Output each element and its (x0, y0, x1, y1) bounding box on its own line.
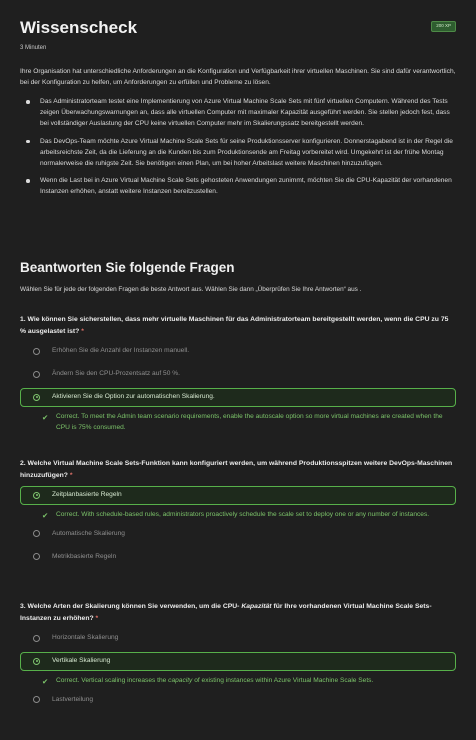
feedback-text: Correct. With schedule-based rules, admi… (56, 510, 430, 518)
answer-feedback: ✔ Correct. With schedule-based rules, ad… (20, 509, 456, 521)
radio-icon[interactable] (33, 393, 40, 401)
scenario-list: Das Administratorteam testet eine Implem… (20, 96, 456, 204)
question-text: 1. Wie können Sie sicherstellen, dass me… (20, 314, 456, 338)
scenario-item: Wenn die Last bei in Azure Virtual Machi… (20, 175, 456, 197)
feedback-text-emphasis: capacity (168, 676, 193, 684)
radio-icon[interactable] (33, 696, 40, 704)
intro-paragraph: Ihre Organisation hat unterschiedliche A… (20, 68, 456, 87)
answer-option-label: Horizontale Skalierung (52, 634, 119, 642)
radio-icon[interactable] (33, 347, 40, 355)
feedback-text: Correct. To meet the Admin team scenario… (56, 412, 443, 432)
answer-option-selected[interactable]: Vertikale Skalierung (20, 651, 456, 671)
question-text-body: 2. Welche Virtual Machine Scale Sets-Fun… (20, 460, 453, 479)
answer-option-label: Lastverteilung (52, 695, 94, 703)
required-mark: * (69, 471, 73, 479)
radio-icon[interactable] (33, 634, 40, 642)
answer-option-label: Aktivieren Sie die Option zur automatisc… (52, 393, 215, 401)
instructions-text: Wählen Sie für jede der folgenden Fragen… (20, 286, 362, 293)
required-mark: * (81, 327, 84, 335)
answer-option-selected[interactable]: Zeitplanbasierte Regeln (20, 485, 456, 505)
question-text: 2. Welche Virtual Machine Scale Sets-Fun… (20, 458, 456, 482)
feedback-text-end: of existing instances within Azure Virtu… (194, 676, 374, 684)
question-text: 3. Welche Arten der Skalierung können Si… (20, 601, 456, 625)
checkmark-icon: ✔ (42, 510, 49, 520)
answer-option[interactable]: Ändern Sie den CPU-Prozentsatz auf 50 %. (20, 365, 456, 384)
answer-option[interactable]: Metrikbasierte Regeln (20, 547, 456, 566)
scenario-item: Das DevOps-Team möchte Azure Virtual Mac… (20, 136, 456, 170)
radio-icon[interactable] (33, 553, 40, 561)
checkmark-icon: ✔ (42, 412, 49, 422)
question-text-emphasis: Kapazität (241, 603, 272, 610)
page-title: Wissenscheck (20, 18, 138, 37)
section-heading: Beantworten Sie folgende Fragen (20, 260, 235, 275)
answer-option-selected[interactable]: Aktivieren Sie die Option zur automatisc… (20, 387, 456, 407)
question-1: 1. Wie können Sie sicherstellen, dass me… (20, 314, 456, 434)
answer-option-label: Automatische Skalierung (52, 529, 125, 537)
feedback-text: Correct. Vertical scaling increases the (56, 676, 167, 684)
answer-option-label: Ändern Sie den CPU-Prozentsatz auf 50 %. (52, 370, 180, 378)
answer-feedback: ✔ Correct. Vertical scaling increases th… (20, 675, 456, 687)
answer-option-label: Erhöhen Sie die Anzahl der Instanzen man… (52, 347, 190, 355)
radio-icon[interactable] (33, 530, 40, 538)
question-3: 3. Welche Arten der Skalierung können Si… (20, 601, 456, 709)
answer-option[interactable]: Lastverteilung (20, 690, 456, 709)
xp-badge: 200 XP (431, 21, 456, 32)
checkmark-icon: ✔ (42, 676, 49, 686)
radio-icon[interactable] (33, 491, 40, 499)
answer-option[interactable]: Horizontale Skalierung (20, 629, 456, 648)
radio-icon[interactable] (33, 370, 40, 378)
scenario-item: Das Administratorteam testet eine Implem… (20, 96, 456, 130)
answer-option[interactable]: Automatische Skalierung (20, 524, 456, 543)
answer-option[interactable]: Erhöhen Sie die Anzahl der Instanzen man… (20, 342, 456, 361)
answer-feedback: ✔ Correct. To meet the Admin team scenar… (20, 411, 456, 434)
required-mark: * (95, 614, 99, 622)
question-text-body: 1. Wie können Sie sicherstellen, dass me… (20, 316, 449, 335)
question-text-body: 3. Welche Arten der Skalierung können Si… (20, 603, 240, 610)
duration-label: 3 Minuten (20, 45, 47, 51)
answer-option-label: Vertikale Skalierung (52, 657, 111, 665)
answer-option-label: Metrikbasierte Regeln (52, 552, 117, 560)
answer-option-label: Zeitplanbasierte Regeln (52, 491, 122, 499)
question-2: 2. Welche Virtual Machine Scale Sets-Fun… (20, 458, 456, 566)
radio-icon[interactable] (33, 657, 40, 665)
